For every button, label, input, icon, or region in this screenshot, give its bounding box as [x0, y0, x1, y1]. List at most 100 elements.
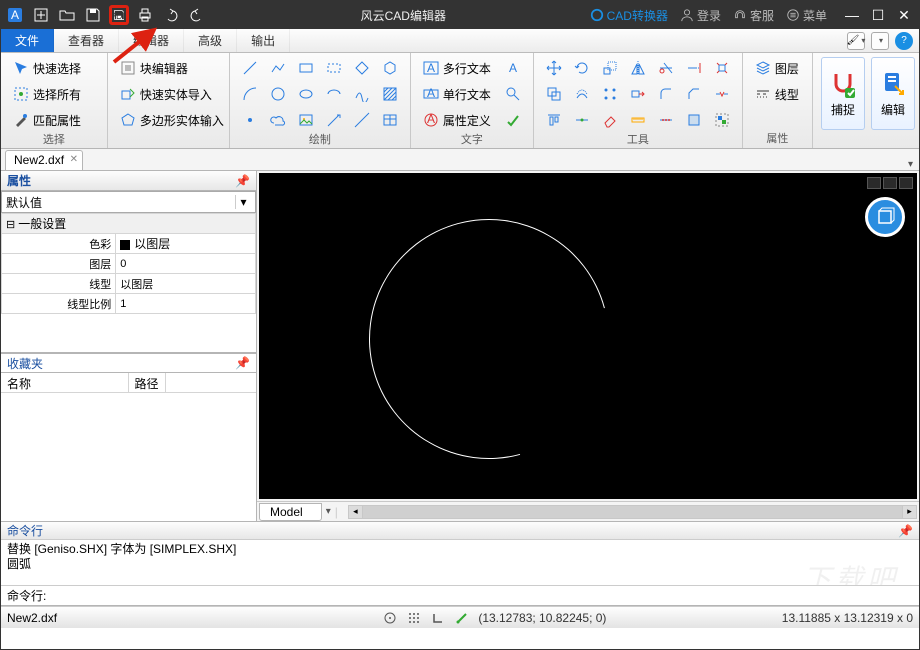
fillet-icon[interactable]: [654, 83, 678, 105]
drawing-canvas[interactable]: [259, 173, 917, 499]
table-icon[interactable]: [378, 109, 402, 131]
scale-icon[interactable]: [598, 57, 622, 79]
ellipse-icon[interactable]: [294, 83, 318, 105]
new-file-icon[interactable]: [31, 5, 51, 25]
region-icon[interactable]: [682, 109, 706, 131]
menu-viewer[interactable]: 查看器: [54, 29, 119, 52]
close-button[interactable]: ✕: [893, 4, 915, 26]
find-icon[interactable]: [501, 83, 525, 105]
rectangle-icon[interactable]: [294, 57, 318, 79]
command-input[interactable]: [50, 590, 913, 602]
menu-link[interactable]: 菜单: [786, 7, 827, 24]
pin-icon[interactable]: 📌: [235, 174, 250, 188]
undo-icon[interactable]: [161, 5, 181, 25]
select-all-button[interactable]: 选择所有: [9, 83, 85, 105]
box-icon[interactable]: [378, 57, 402, 79]
polygon-entity-input-button[interactable]: 多边形实体输入: [116, 109, 228, 131]
rotate-icon[interactable]: [570, 57, 594, 79]
mirror-icon[interactable]: [626, 57, 650, 79]
mtext-button[interactable]: A多行文本: [419, 57, 495, 79]
properties-combo[interactable]: 默认值▾: [1, 191, 256, 213]
layout-expand-icon[interactable]: ▾: [326, 506, 331, 517]
view-cube-button[interactable]: [865, 197, 905, 237]
chevron-down-icon[interactable]: ▾: [235, 195, 251, 209]
status-ortho-icon[interactable]: [430, 610, 446, 626]
canvas-close-icon[interactable]: [899, 177, 913, 189]
model-tab[interactable]: Model: [259, 503, 322, 521]
rotated-rect-icon[interactable]: [350, 57, 374, 79]
pin-icon[interactable]: 📌: [235, 356, 250, 370]
trim-icon[interactable]: [654, 57, 678, 79]
status-target-icon[interactable]: [382, 610, 398, 626]
group-icon[interactable]: [710, 109, 734, 131]
open-file-icon[interactable]: [57, 5, 77, 25]
move-icon[interactable]: [542, 57, 566, 79]
app-logo-icon[interactable]: A: [5, 5, 25, 25]
menu-advanced[interactable]: 高级: [184, 29, 237, 52]
prop-linetype-value[interactable]: 以图层: [116, 274, 256, 294]
command-log[interactable]: 替换 [Geniso.SHX] 字体为 [SIMPLEX.SHX] 圆弧 下载吧: [1, 540, 919, 586]
text-style-icon[interactable]: A: [501, 57, 525, 79]
line-icon[interactable]: [238, 57, 262, 79]
save-icon[interactable]: [83, 5, 103, 25]
stext-button[interactable]: A单行文本: [419, 83, 495, 105]
erase-icon[interactable]: [598, 109, 622, 131]
print-icon[interactable]: [135, 5, 155, 25]
divide-icon[interactable]: [654, 109, 678, 131]
point-icon[interactable]: [238, 109, 262, 131]
quick-select-button[interactable]: 快速选择: [9, 57, 85, 79]
save-as-pdf-icon[interactable]: PDF: [109, 5, 129, 25]
offset-icon[interactable]: [570, 83, 594, 105]
circle-icon[interactable]: [266, 83, 290, 105]
ray-icon[interactable]: [322, 109, 346, 131]
login-link[interactable]: 登录: [680, 7, 721, 24]
extend-icon[interactable]: [682, 57, 706, 79]
break-icon[interactable]: [710, 83, 734, 105]
canvas-restore-icon[interactable]: [883, 177, 897, 189]
attrdef-button[interactable]: A属性定义: [419, 109, 495, 131]
array-icon[interactable]: [598, 83, 622, 105]
menu-output[interactable]: 输出: [237, 29, 290, 52]
cloud-icon[interactable]: [266, 109, 290, 131]
linetype-button[interactable]: 线型: [751, 83, 803, 105]
menu-file[interactable]: 文件: [1, 29, 54, 52]
tab-close-icon[interactable]: ✕: [70, 154, 78, 165]
col-path[interactable]: 路径: [129, 373, 166, 392]
block-editor-button[interactable]: 块编辑器: [116, 57, 228, 79]
document-tab[interactable]: New2.dxf✕: [5, 150, 83, 170]
maximize-button[interactable]: ☐: [867, 4, 889, 26]
tabs-expand-icon[interactable]: ▾: [908, 159, 913, 170]
prop-ltscale-value[interactable]: 1: [116, 294, 256, 314]
join-icon[interactable]: [570, 109, 594, 131]
status-polar-icon[interactable]: [454, 610, 470, 626]
status-grid-icon[interactable]: [406, 610, 422, 626]
horizontal-scrollbar[interactable]: ◂ ▸: [348, 505, 917, 519]
hatch-icon[interactable]: [378, 83, 402, 105]
prop-color-value[interactable]: 以图层: [116, 234, 256, 254]
pin-icon[interactable]: 📌: [898, 524, 913, 538]
match-props-button[interactable]: 匹配属性: [9, 109, 85, 131]
ellipse-arc-icon[interactable]: [322, 83, 346, 105]
polyline-icon[interactable]: [266, 57, 290, 79]
quick-entity-import-button[interactable]: 快速实体导入: [116, 83, 228, 105]
edit-button[interactable]: 编辑: [871, 57, 915, 130]
canvas-min-icon[interactable]: [867, 177, 881, 189]
minimize-button[interactable]: —: [841, 4, 863, 26]
xline-icon[interactable]: [350, 109, 374, 131]
col-name[interactable]: 名称: [1, 373, 129, 392]
cad-converter-link[interactable]: CAD转换器: [590, 7, 668, 24]
arc-icon[interactable]: [238, 83, 262, 105]
spell-icon[interactable]: [501, 109, 525, 131]
explode-icon[interactable]: [710, 57, 734, 79]
image-icon[interactable]: [294, 109, 318, 131]
support-link[interactable]: 客服: [733, 7, 774, 24]
style-dropdown-icon[interactable]: 🖌▾: [847, 32, 865, 50]
favorites-list[interactable]: [1, 393, 256, 521]
measure-icon[interactable]: [626, 109, 650, 131]
prop-layer-value[interactable]: 0: [116, 254, 256, 274]
options-dropdown-icon[interactable]: ▾: [871, 32, 889, 50]
align-icon[interactable]: [542, 109, 566, 131]
menu-editor[interactable]: 编辑器: [119, 29, 184, 52]
scroll-left-icon[interactable]: ◂: [349, 506, 363, 518]
snap-button[interactable]: 捕捉: [821, 57, 865, 130]
